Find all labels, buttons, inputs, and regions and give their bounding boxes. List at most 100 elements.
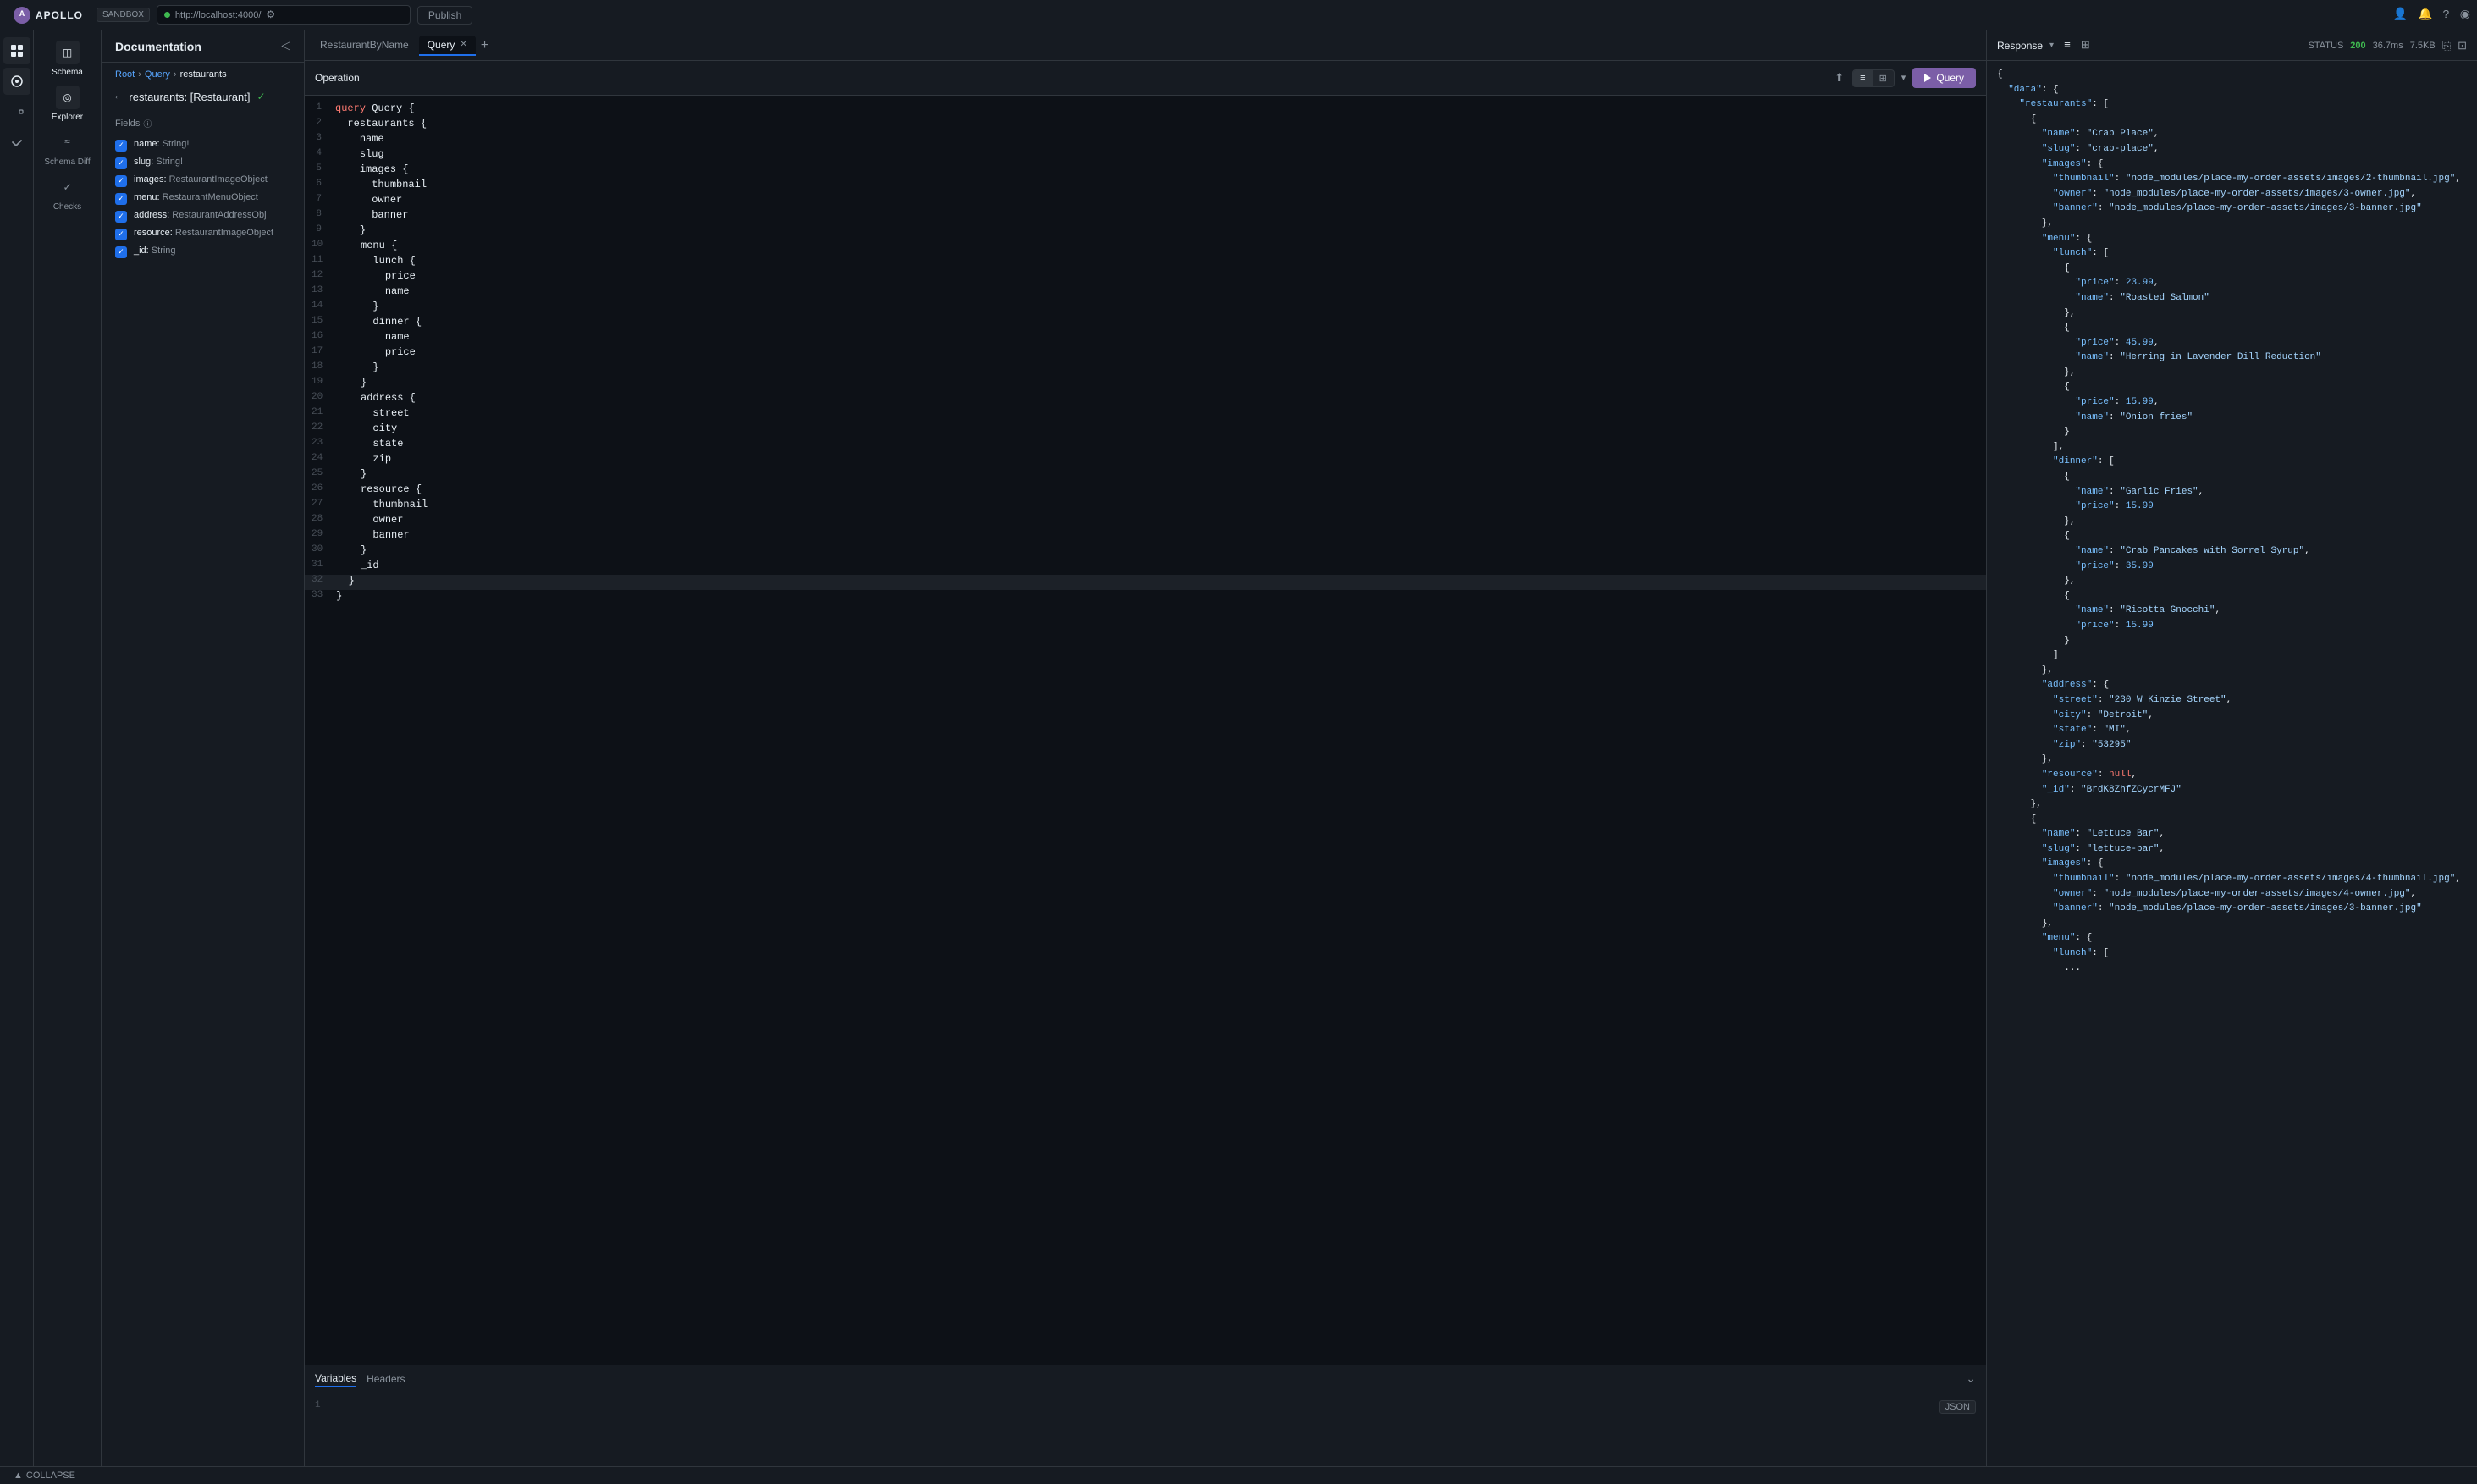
upload-icon[interactable]: ⬆ (1833, 70, 1845, 86)
user-icon[interactable]: 👤 (2393, 8, 2408, 22)
nav-explorer[interactable]: ◎ Explorer (34, 82, 101, 125)
url-status-dot (164, 12, 170, 18)
response-copy-icon[interactable]: ⎘ (2442, 39, 2451, 52)
tab-query-label: Query (428, 39, 455, 51)
sidebar-item-schema-diff[interactable] (3, 98, 30, 125)
code-line-5: 5 images { (305, 163, 1986, 179)
json-button[interactable]: JSON (1939, 1400, 1976, 1414)
field-item-name: ✓ name: String! (115, 136, 290, 154)
nav-explorer-label: Explorer (52, 113, 83, 122)
var-line-num: 1 (315, 1400, 321, 1459)
tab-query[interactable]: Query ✕ (419, 36, 476, 56)
field-name-address: address: RestaurantAddressObj (134, 210, 267, 220)
code-line-18: 18 } (305, 361, 1986, 377)
code-line-14: 14 } (305, 301, 1986, 316)
url-settings-icon[interactable]: ⚙ (266, 8, 275, 21)
publish-button[interactable]: Publish (417, 6, 472, 25)
doc-nav-back[interactable]: ← (115, 90, 122, 103)
field-item-images: ✓ images: RestaurantImageObject (115, 172, 290, 190)
more-options-icon[interactable]: ▾ (1901, 72, 1906, 84)
field-checkbox-name[interactable]: ✓ (115, 140, 127, 152)
operation-area: Operation ⬆ ≡ ⊞ ▾ Query 1query Query { (305, 61, 1986, 1466)
code-line-15: 15 dinner { (305, 316, 1986, 331)
collapse-button[interactable]: ▲ COLLAPSE (14, 1470, 75, 1481)
code-line-28: 28 owner (305, 514, 1986, 529)
code-line-2: 2 restaurants { (305, 118, 1986, 133)
tab-restaurant-by-name[interactable]: RestaurantByName (312, 36, 417, 56)
view-toggle: ≡ ⊞ (1852, 69, 1895, 87)
breadcrumb: Root › Query › restaurants (102, 63, 304, 86)
tab-add-button[interactable]: + (477, 38, 493, 53)
field-name-name: name: String! (134, 139, 189, 149)
field-checkbox-slug[interactable]: ✓ (115, 157, 127, 169)
fields-header: Fields ⓘ (115, 117, 290, 130)
help-icon[interactable]: ? (2442, 8, 2449, 22)
operation-title: Operation (315, 72, 360, 84)
response-content[interactable]: { "data": { "restaurants": [ { "name": "… (1987, 61, 2477, 1466)
icon-sidebar (0, 30, 34, 1466)
doc-panel-collapse-icon[interactable]: ◁ (281, 39, 290, 53)
code-line-17: 17 price (305, 346, 1986, 361)
nav-schema-diff[interactable]: ≈ Schema Diff (34, 127, 101, 170)
sandbox-badge: SANDBOX (97, 8, 150, 22)
code-line-30: 30 } (305, 544, 1986, 560)
code-line-27: 27 thumbnail (305, 499, 1986, 514)
field-checkbox-address[interactable]: ✓ (115, 211, 127, 223)
sidebar-item-explorer[interactable] (3, 68, 30, 95)
response-expand-icon[interactable]: ⊡ (2458, 39, 2467, 52)
apollo-logo: A APOLLO (7, 7, 90, 24)
breadcrumb-root[interactable]: Root (115, 69, 135, 80)
field-checkbox-resource[interactable]: ✓ (115, 229, 127, 240)
field-checkbox-id[interactable]: ✓ (115, 246, 127, 258)
variables-collapse-icon[interactable]: ⌄ (1966, 1372, 1976, 1387)
run-query-button[interactable]: Query (1912, 68, 1976, 88)
variables-tab[interactable]: Variables (315, 1371, 356, 1387)
breadcrumb-sep2: › (174, 69, 177, 80)
collapse-label: COLLAPSE (26, 1470, 75, 1481)
code-editor[interactable]: 1query Query { 2 restaurants { 3 name 4 … (305, 96, 1986, 1365)
response-grid-view-btn[interactable]: ⊞ (2077, 37, 2094, 53)
breadcrumb-current: restaurants (180, 69, 227, 80)
code-line-12: 12 price (305, 270, 1986, 285)
response-panel: Response ▾ ≡ ⊞ STATUS 200 36.7ms 7.5KB ⎘… (1986, 30, 2477, 1466)
code-line-1: 1query Query { (305, 102, 1986, 118)
url-bar[interactable]: http://localhost:4000/ ⚙ (157, 5, 411, 25)
field-item-menu: ✓ menu: RestaurantMenuObject (115, 190, 290, 207)
code-line-20: 20 address { (305, 392, 1986, 407)
code-line-3: 3 name (305, 133, 1986, 148)
sidebar-item-schema[interactable] (3, 37, 30, 64)
collapse-arrow-icon: ▲ (14, 1470, 23, 1481)
doc-verified-icon: ✓ (257, 91, 265, 103)
status-label: STATUS (2309, 41, 2344, 51)
response-chevron-icon[interactable]: ▾ (2049, 41, 2054, 51)
field-name-slug: slug: String! (134, 157, 183, 167)
breadcrumb-query[interactable]: Query (145, 69, 170, 80)
headers-tab[interactable]: Headers (367, 1371, 405, 1387)
apollo-logo-text: APOLLO (36, 9, 83, 21)
field-checkbox-images[interactable]: ✓ (115, 175, 127, 187)
code-line-11: 11 lunch { (305, 255, 1986, 270)
field-item-resource: ✓ resource: RestaurantImageObject (115, 225, 290, 243)
response-title: Response (1997, 40, 2043, 52)
sidebar-item-checks[interactable] (3, 129, 30, 156)
field-checkbox-menu[interactable]: ✓ (115, 193, 127, 205)
code-line-24: 24 zip (305, 453, 1986, 468)
bell-icon[interactable]: 🔔 (2418, 8, 2432, 22)
field-name-id: _id: String (134, 245, 176, 256)
doc-nav: ← restaurants: [Restaurant] ✓ (102, 86, 304, 110)
nav-checks[interactable]: ✓ Checks (34, 172, 101, 215)
code-line-31: 31 _id (305, 560, 1986, 575)
code-line-23: 23 state (305, 438, 1986, 453)
tab-close-icon[interactable]: ✕ (460, 40, 466, 49)
doc-panel-title: Documentation (115, 40, 201, 53)
view-btn-grid[interactable]: ⊞ (1873, 70, 1894, 86)
nav-schema[interactable]: ◫ Schema (34, 37, 101, 80)
operation-header: Operation ⬆ ≡ ⊞ ▾ Query (305, 61, 1986, 96)
avatar-icon[interactable]: ◉ (2460, 8, 2470, 22)
response-time: 36.7ms (2373, 41, 2403, 51)
code-line-8: 8 banner (305, 209, 1986, 224)
doc-panel-header: Documentation ◁ (102, 30, 304, 63)
response-list-view-btn[interactable]: ≡ (2060, 37, 2074, 53)
code-line-10: 10 menu { (305, 240, 1986, 255)
view-btn-list[interactable]: ≡ (1853, 70, 1872, 86)
